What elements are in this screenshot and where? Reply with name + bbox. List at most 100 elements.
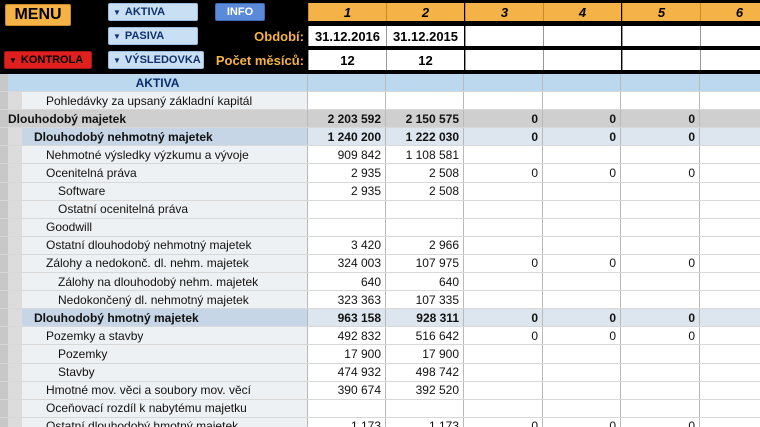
value-cell[interactable]: 17 900 xyxy=(386,345,464,363)
value-cell[interactable] xyxy=(543,200,621,218)
value-cell[interactable] xyxy=(700,291,760,308)
value-cell[interactable] xyxy=(308,399,386,417)
value-cell[interactable]: 2 150 575 xyxy=(386,110,464,128)
value-cell[interactable] xyxy=(700,146,760,163)
value-cell[interactable]: 2 935 xyxy=(308,164,386,182)
value-cell[interactable] xyxy=(465,399,543,417)
value-cell[interactable] xyxy=(700,327,760,344)
value-cell[interactable] xyxy=(543,74,621,92)
value-cell[interactable] xyxy=(465,236,543,254)
value-cell[interactable]: 0 xyxy=(622,327,700,345)
menu-button[interactable]: MENU xyxy=(5,4,71,26)
value-cell[interactable] xyxy=(622,381,700,399)
value-cell[interactable] xyxy=(543,218,621,236)
value-cell[interactable]: 1 108 581 xyxy=(386,146,464,164)
value-cell[interactable] xyxy=(543,146,621,164)
value-cell[interactable] xyxy=(622,363,700,381)
value-cell[interactable]: 0 xyxy=(543,309,621,327)
value-cell[interactable] xyxy=(700,201,760,218)
value-cell[interactable] xyxy=(700,237,760,254)
value-cell[interactable]: 928 311 xyxy=(386,309,464,327)
value-cell[interactable]: 323 363 xyxy=(308,291,386,309)
mesicu-cell[interactable] xyxy=(622,50,700,70)
mesicu-cell[interactable]: 12 xyxy=(308,50,386,70)
value-cell[interactable]: 2 966 xyxy=(386,236,464,254)
value-cell[interactable] xyxy=(465,74,543,92)
value-cell[interactable]: 0 xyxy=(622,128,700,146)
value-cell[interactable] xyxy=(700,219,760,236)
value-cell[interactable] xyxy=(622,182,700,200)
value-cell[interactable] xyxy=(700,128,760,146)
value-cell[interactable]: 516 642 xyxy=(386,327,464,345)
value-cell[interactable]: 392 520 xyxy=(386,381,464,399)
value-cell[interactable] xyxy=(700,164,760,181)
value-cell[interactable] xyxy=(700,382,760,399)
value-cell[interactable]: 0 xyxy=(465,254,543,273)
value-cell[interactable] xyxy=(622,74,700,92)
value-cell[interactable]: 492 832 xyxy=(308,327,386,345)
pasiva-button[interactable]: ▼ PASIVA xyxy=(108,27,198,45)
value-cell[interactable]: 0 xyxy=(543,327,621,345)
mesicu-cell[interactable] xyxy=(465,50,543,70)
value-cell[interactable]: 1 240 200 xyxy=(308,128,386,146)
obdobi-cell[interactable] xyxy=(465,26,543,46)
value-cell[interactable] xyxy=(700,309,760,327)
value-cell[interactable] xyxy=(622,236,700,254)
value-cell[interactable]: 324 003 xyxy=(308,254,386,273)
value-cell[interactable] xyxy=(386,92,464,110)
value-cell[interactable] xyxy=(308,200,386,218)
value-cell[interactable] xyxy=(543,381,621,399)
mesicu-cell[interactable] xyxy=(543,50,621,70)
value-cell[interactable]: 0 xyxy=(622,417,700,427)
mesicu-cell[interactable]: 12 xyxy=(386,50,464,70)
vysledovka-button[interactable]: ▼ VÝSLEDOVKA xyxy=(108,51,204,69)
value-cell[interactable]: 0 xyxy=(465,128,543,146)
value-cell[interactable]: 17 900 xyxy=(308,345,386,363)
value-cell[interactable] xyxy=(700,255,760,272)
value-cell[interactable] xyxy=(543,236,621,254)
value-cell[interactable]: 963 158 xyxy=(308,309,386,327)
value-cell[interactable]: 1 173 xyxy=(308,417,386,427)
value-cell[interactable]: 1 173 xyxy=(386,417,464,427)
value-cell[interactable] xyxy=(465,200,543,218)
value-cell[interactable] xyxy=(700,110,760,128)
value-cell[interactable]: 0 xyxy=(622,164,700,182)
value-cell[interactable] xyxy=(308,218,386,236)
kontrola-button[interactable]: ▼ KONTROLA xyxy=(4,51,92,69)
value-cell[interactable]: 0 xyxy=(465,417,543,427)
value-cell[interactable] xyxy=(700,418,760,427)
value-cell[interactable] xyxy=(622,218,700,236)
obdobi-cell[interactable] xyxy=(700,26,760,46)
value-cell[interactable] xyxy=(622,399,700,417)
value-cell[interactable] xyxy=(386,218,464,236)
value-cell[interactable]: 0 xyxy=(465,110,543,128)
value-cell[interactable] xyxy=(543,273,621,291)
value-cell[interactable]: 474 932 xyxy=(308,363,386,381)
value-cell[interactable] xyxy=(700,183,760,200)
value-cell[interactable] xyxy=(465,146,543,164)
value-cell[interactable]: 3 420 xyxy=(308,236,386,254)
obdobi-cell[interactable]: 31.12.2015 xyxy=(386,26,464,46)
value-cell[interactable]: 107 975 xyxy=(386,254,464,273)
value-cell[interactable]: 640 xyxy=(386,273,464,291)
value-cell[interactable] xyxy=(386,200,464,218)
value-cell[interactable] xyxy=(622,273,700,291)
value-cell[interactable] xyxy=(308,92,386,110)
aktiva-button[interactable]: ▼ AKTIVA xyxy=(108,3,198,21)
value-cell[interactable]: 2 508 xyxy=(386,164,464,182)
value-cell[interactable]: 909 842 xyxy=(308,146,386,164)
value-cell[interactable] xyxy=(622,200,700,218)
value-cell[interactable] xyxy=(465,182,543,200)
value-cell[interactable] xyxy=(622,146,700,164)
value-cell[interactable]: 0 xyxy=(543,164,621,182)
value-cell[interactable]: 2 935 xyxy=(308,182,386,200)
value-cell[interactable]: 2 508 xyxy=(386,182,464,200)
value-cell[interactable]: 0 xyxy=(465,164,543,182)
value-cell[interactable]: 0 xyxy=(622,254,700,273)
value-cell[interactable]: 0 xyxy=(543,417,621,427)
value-cell[interactable] xyxy=(465,273,543,291)
value-cell[interactable] xyxy=(622,92,700,110)
value-cell[interactable] xyxy=(465,363,543,381)
value-cell[interactable]: 498 742 xyxy=(386,363,464,381)
value-cell[interactable] xyxy=(465,291,543,309)
